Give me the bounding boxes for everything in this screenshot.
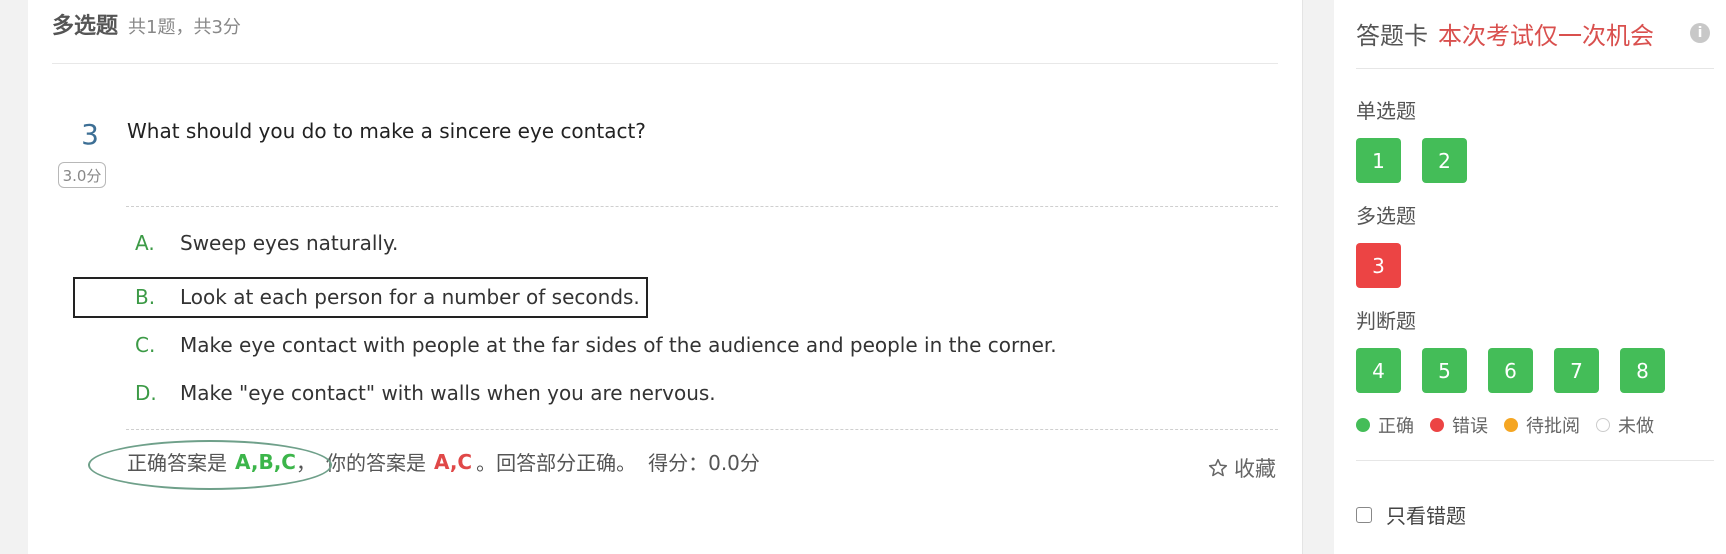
dashed-divider [126, 429, 1278, 430]
only-wrong-toggle[interactable]: 只看错题 [1356, 500, 1466, 529]
section-meta: 共1题，共3分 [128, 17, 241, 38]
exam-warning: 本次考试仅一次机会 [1438, 22, 1654, 50]
question-number: 3 [81, 118, 99, 151]
question-panel: 多选题 共1题，共3分 3 3.0分 What should you do to… [28, 0, 1303, 554]
info-icon[interactable]: i [1690, 23, 1710, 43]
option-d: D. Make "eye contact" with walls when yo… [135, 378, 716, 408]
legend-label: 待批阅 [1526, 416, 1580, 437]
legend-item-correct: 正确 [1356, 412, 1414, 438]
highlight-rectangle [73, 277, 648, 318]
multiple-choice-buttons: 3 [1356, 243, 1422, 288]
group-title-single-choice: 单选题 [1356, 99, 1416, 123]
answer-card-title: 答题卡 [1356, 22, 1428, 50]
your-answer-label: 你的答案是 [325, 451, 426, 475]
option-c: C. Make eye contact with people at the f… [135, 330, 1057, 360]
favorite-label: 收藏 [1234, 457, 1276, 481]
section-title: 多选题 [52, 14, 119, 39]
option-text: Make "eye contact" with walls when you a… [180, 381, 716, 405]
divider [1356, 68, 1714, 69]
option-letter: C. [135, 333, 156, 357]
divider [52, 63, 1278, 64]
highlight-ellipse [88, 440, 332, 490]
legend-item-wrong: 错误 [1430, 412, 1488, 438]
dashed-divider [126, 206, 1278, 207]
group-title-true-false: 判断题 [1356, 309, 1416, 333]
section-header: 多选题 共1题，共3分 [52, 8, 241, 42]
question-button-7[interactable]: 7 [1554, 348, 1599, 393]
status-legend: 正确 错误 待批阅 未做 [1356, 412, 1670, 438]
option-letter: A. [135, 231, 155, 255]
star-outline-icon [1208, 458, 1228, 477]
legend-item-pending: 待批阅 [1504, 412, 1580, 438]
only-wrong-label: 只看错题 [1386, 504, 1466, 528]
pending-dot-icon [1504, 418, 1518, 432]
question-button-4[interactable]: 4 [1356, 348, 1401, 393]
legend-label: 错误 [1452, 416, 1488, 437]
question-button-3[interactable]: 3 [1356, 243, 1401, 288]
single-choice-buttons: 1 2 [1356, 138, 1488, 183]
option-text: Make eye contact with people at the far … [180, 333, 1057, 357]
legend-item-unanswered: 未做 [1596, 412, 1654, 438]
answer-card-panel: 答题卡 本次考试仅一次机会 i 单选题 1 2 多选题 3 判断题 4 5 6 … [1334, 0, 1726, 554]
legend-label: 未做 [1618, 416, 1654, 437]
option-a: A. Sweep eyes naturally. [135, 228, 398, 258]
result-status: 。回答部分正确。 [476, 451, 637, 475]
true-false-buttons: 4 5 6 7 8 [1356, 348, 1686, 393]
answer-card-header: 答题卡 本次考试仅一次机会 [1356, 16, 1654, 51]
option-text: Sweep eyes naturally. [180, 231, 399, 255]
score-text: 得分：0.0分 [648, 451, 760, 475]
question-button-2[interactable]: 2 [1422, 138, 1467, 183]
divider [1356, 460, 1714, 461]
question-button-8[interactable]: 8 [1620, 348, 1665, 393]
favorite-button[interactable]: 收藏 [1208, 453, 1276, 483]
question-text: What should you do to make a sincere eye… [127, 119, 646, 143]
option-letter: D. [135, 381, 157, 405]
unanswered-dot-icon [1596, 418, 1610, 432]
question-button-1[interactable]: 1 [1356, 138, 1401, 183]
question-button-6[interactable]: 6 [1488, 348, 1533, 393]
your-answer-value: A,C [433, 449, 473, 474]
only-wrong-checkbox[interactable] [1356, 506, 1372, 523]
question-button-5[interactable]: 5 [1422, 348, 1467, 393]
wrong-dot-icon [1430, 418, 1444, 432]
question-score-badge: 3.0分 [58, 162, 106, 188]
correct-dot-icon [1356, 418, 1370, 432]
legend-label: 正确 [1378, 416, 1414, 437]
group-title-multiple-choice: 多选题 [1356, 204, 1416, 228]
